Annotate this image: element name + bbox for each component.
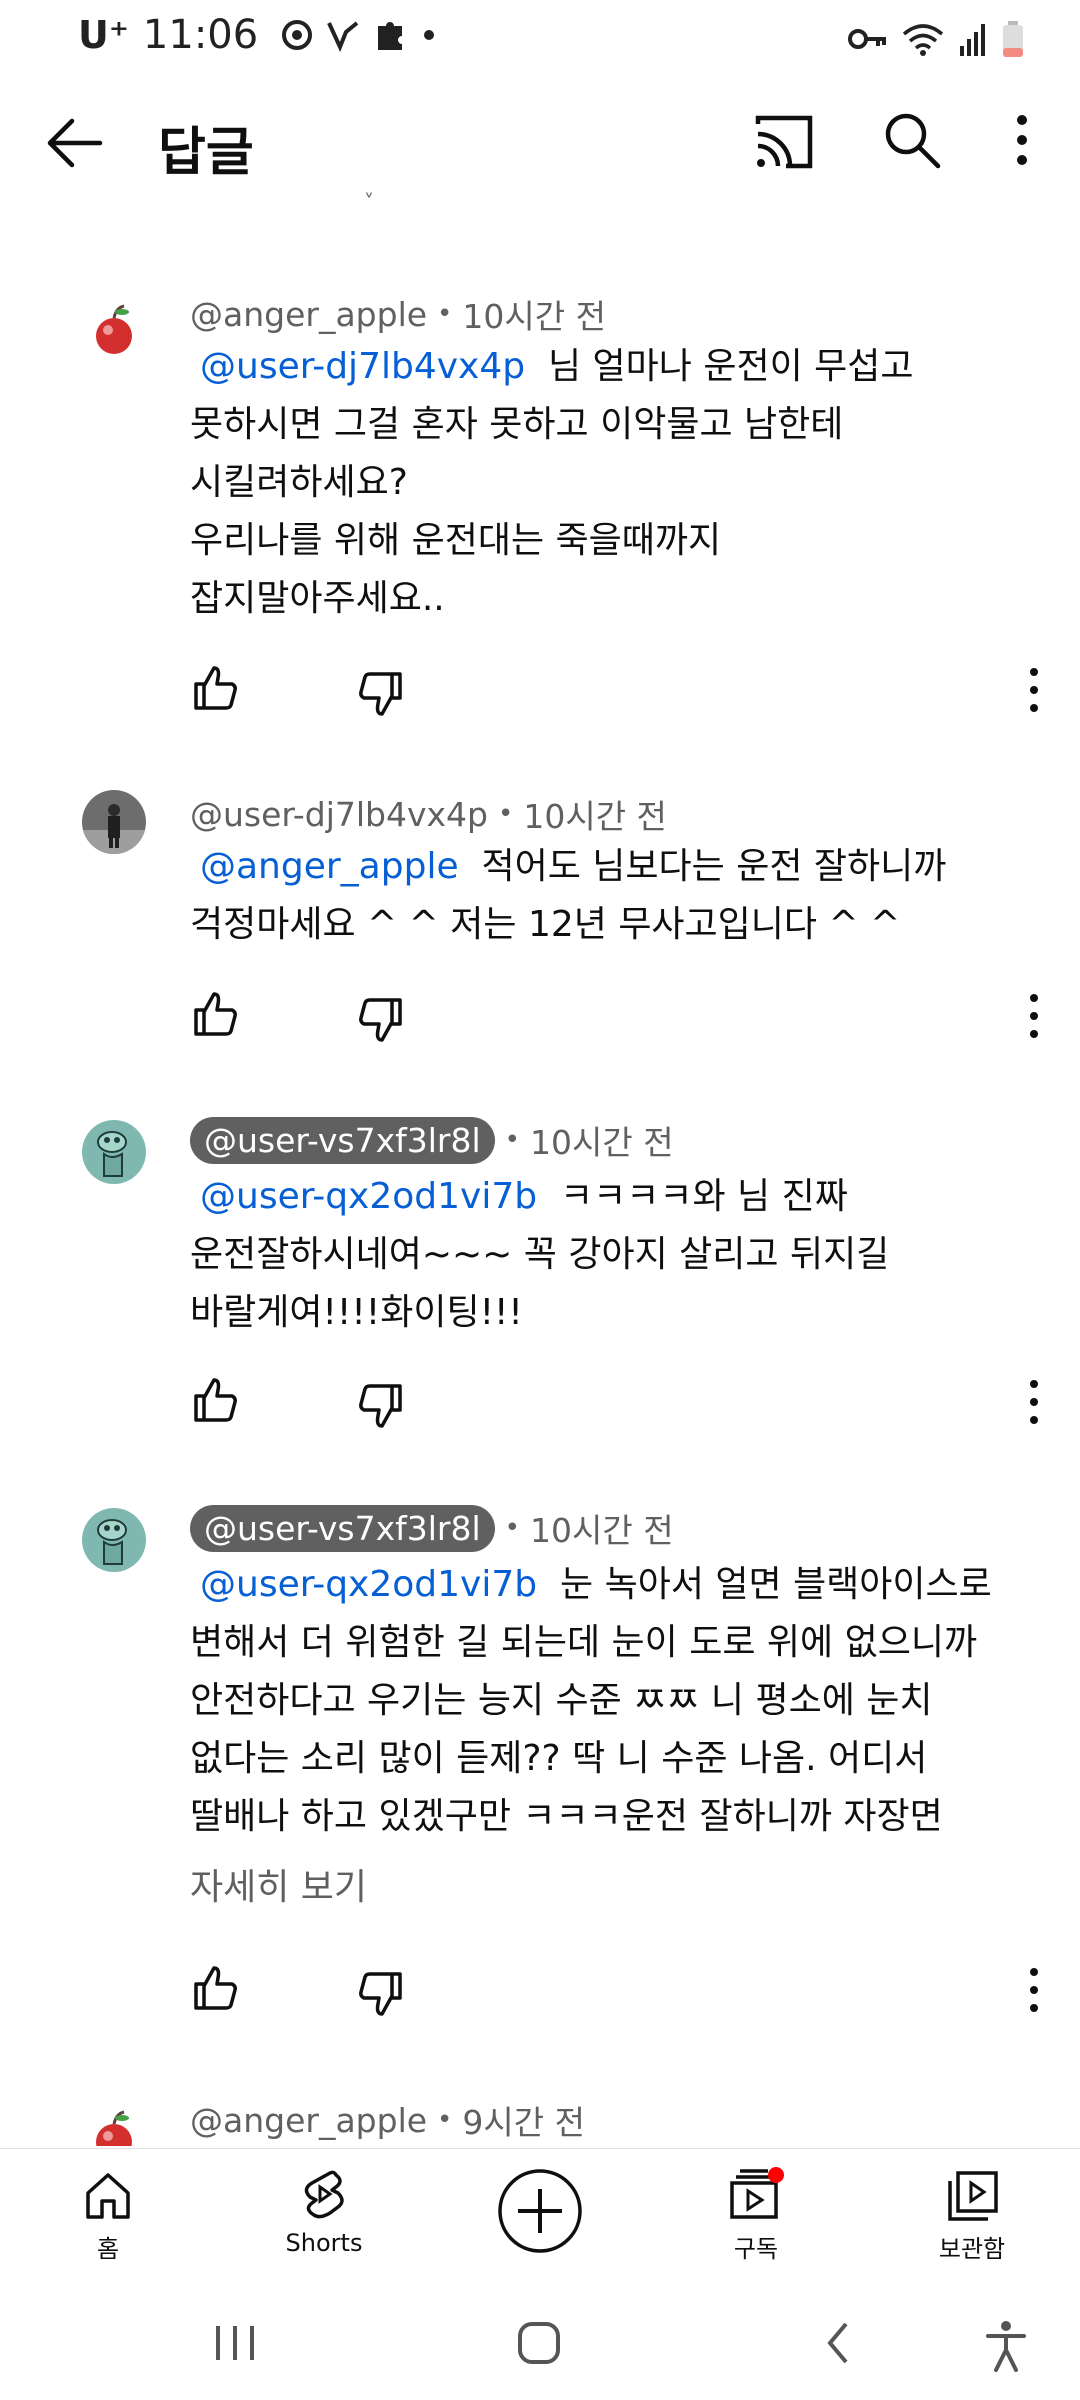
key-icon [848, 29, 886, 49]
comment-author[interactable]: @user-dj7lb4vx4p [190, 795, 488, 834]
like-icon[interactable] [188, 986, 244, 1042]
home-button-icon[interactable] [514, 2318, 564, 2368]
like-icon[interactable] [188, 1960, 244, 2016]
cartoon-avatar-icon [82, 1120, 146, 1184]
app-bar: 답글 [0, 80, 1080, 200]
carrier-label: U⁺ [78, 13, 129, 57]
nav-home[interactable]: 홈 [18, 2167, 198, 2264]
dislike-icon[interactable] [352, 1378, 408, 1434]
comment-time: 10시간 전 [523, 797, 667, 836]
nav-subscriptions-label: 구독 [733, 2235, 779, 2263]
bottom-navigation: 홈 Shorts 구독 보관함 [0, 2148, 1080, 2297]
comment-meta: @anger_apple • 10시간 전 [190, 290, 606, 338]
nav-home-label: 홈 [96, 2235, 120, 2263]
battery-icon [1003, 21, 1023, 57]
create-plus-icon[interactable] [496, 2167, 584, 2255]
page-title: 답글 [158, 123, 254, 183]
apple-avatar-icon [82, 2104, 146, 2146]
scroll-hint-icon: ˅ [364, 190, 374, 214]
comment-mention[interactable]: @user-qx2od1vi7b [190, 1176, 537, 1217]
back-arrow-icon[interactable] [40, 108, 110, 178]
comment-body: @user-dj7lb4vx4p 님 얼마나 운전이 무섭고 못하시면 그걸 혼… [190, 338, 1040, 628]
nav-library-label: 보관함 [938, 2235, 1006, 2263]
library-icon [948, 2171, 998, 2221]
status-right [848, 20, 1024, 58]
vpn-icon [327, 21, 359, 52]
meta-separator: • [437, 299, 453, 329]
nav-shorts[interactable]: Shorts [234, 2167, 414, 2257]
meta-separator: • [504, 1513, 520, 1543]
avatar[interactable] [82, 2104, 146, 2146]
cartoon-avatar-icon [82, 1508, 146, 1572]
cast-icon[interactable] [752, 110, 816, 174]
clock: 11:06 [142, 12, 259, 58]
comment-time: 10시간 전 [530, 1123, 674, 1162]
dislike-icon[interactable] [352, 992, 408, 1048]
wifi-icon [902, 24, 944, 56]
search-icon[interactable] [880, 108, 944, 172]
comment-mention[interactable]: @user-qx2od1vi7b [190, 1564, 537, 1605]
sync-icon [282, 20, 313, 50]
like-icon[interactable] [188, 1372, 244, 1428]
home-icon [86, 2173, 130, 2219]
nav-subscriptions[interactable]: 구독 [666, 2167, 846, 2264]
meta-separator: • [498, 799, 514, 829]
recent-apps-icon[interactable] [212, 2318, 258, 2368]
dot-icon [424, 30, 435, 40]
like-icon[interactable] [188, 660, 244, 716]
comment-more-icon[interactable] [1016, 988, 1052, 1044]
comment-more-icon[interactable] [1016, 1962, 1052, 2018]
comment-author-highlighted[interactable]: @user-vs7xf3lr8l [190, 1504, 495, 1552]
comment-body: @user-qx2od1vi7b ㅋㅋㅋㅋ와 님 진짜 운전잘하시네여~~~ 꼭… [190, 1168, 1040, 1342]
comment-meta: @user-vs7xf3lr8l • 10시간 전 [190, 1504, 674, 1552]
apple-avatar-icon [82, 298, 146, 362]
back-button-icon[interactable] [818, 2318, 858, 2368]
comment-author-highlighted[interactable]: @user-vs7xf3lr8l [190, 1116, 495, 1164]
subscriptions-icon [730, 2167, 784, 2219]
comment-meta: @user-vs7xf3lr8l • 10시간 전 [190, 1116, 674, 1164]
comment-body: @anger_apple 적어도 님보다는 운전 잘하니까 걱정마세요 ^ ^ … [190, 838, 1040, 954]
comment-body: @user-qx2od1vi7b 눈 녹아서 얼면 블랙아이스로 변해서 더 위… [190, 1556, 1040, 1846]
comment-meta: @user-dj7lb4vx4p • 10시간 전 [190, 790, 667, 838]
comment-mention[interactable]: @user-dj7lb4vx4p [190, 346, 525, 387]
comment-time: 10시간 전 [530, 1511, 674, 1550]
signal-icon [960, 24, 985, 56]
dislike-icon[interactable] [352, 666, 408, 722]
nav-library[interactable]: 보관함 [882, 2167, 1062, 2264]
comment-mention[interactable]: @anger_apple [190, 846, 459, 887]
comment-time: 9시간 전 [462, 2103, 585, 2142]
system-navigation-bar [0, 2296, 1080, 2400]
read-more-button[interactable]: 자세히 보기 [190, 1858, 367, 1910]
comment-time: 10시간 전 [462, 297, 606, 336]
shorts-icon [304, 2170, 344, 2219]
comment-more-icon[interactable] [1016, 662, 1052, 718]
puzzle-icon [378, 22, 403, 50]
comment-author[interactable]: @anger_apple [190, 2101, 427, 2140]
comment-meta: @anger_apple • 9시간 전 [190, 2096, 585, 2144]
comment-item: @anger_apple • 9시간 전 [0, 2096, 1080, 2146]
person-photo-avatar-icon [82, 790, 146, 854]
status-left: U⁺ 11:06 [78, 12, 436, 58]
comment-more-icon[interactable] [1016, 1374, 1052, 1430]
accessibility-icon[interactable] [982, 2318, 1030, 2374]
status-bar: U⁺ 11:06 [0, 0, 1080, 80]
avatar[interactable] [82, 790, 146, 854]
avatar[interactable] [82, 298, 146, 362]
meta-separator: • [504, 1125, 520, 1155]
nav-shorts-label: Shorts [285, 2229, 363, 2257]
comment-author[interactable]: @anger_apple [190, 295, 427, 334]
dislike-icon[interactable] [352, 1966, 408, 2022]
notification-icons [280, 16, 436, 54]
avatar[interactable] [82, 1120, 146, 1184]
avatar[interactable] [82, 1508, 146, 1572]
more-vert-icon[interactable] [1002, 108, 1042, 172]
meta-separator: • [437, 2105, 453, 2135]
